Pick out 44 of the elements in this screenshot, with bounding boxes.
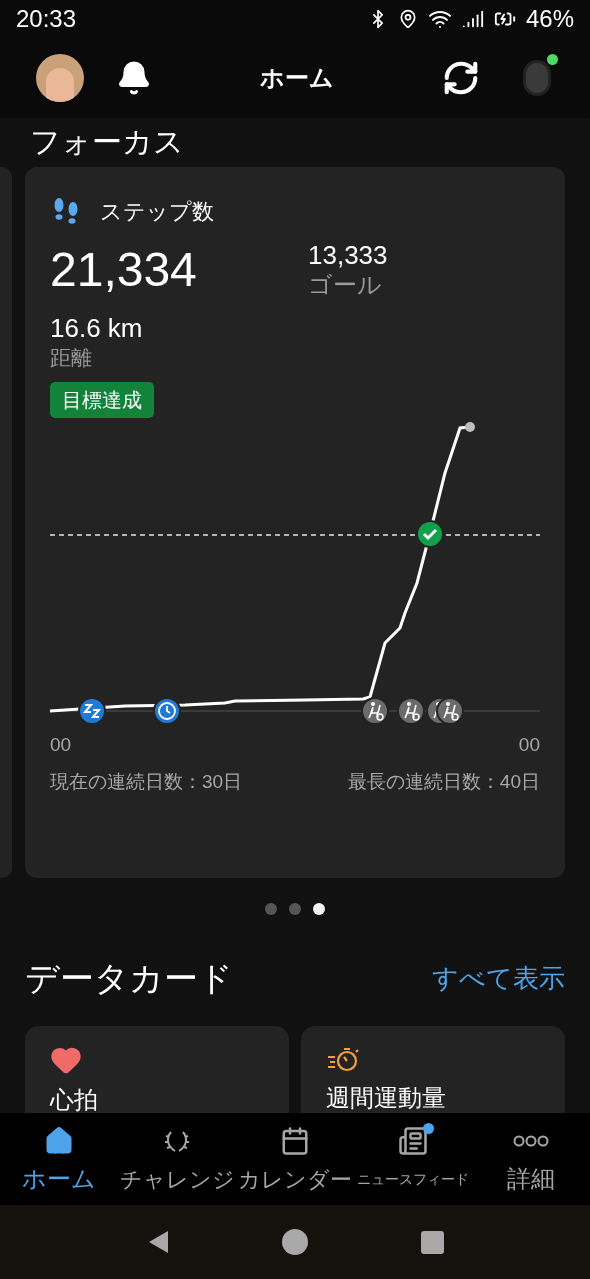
nav-tab[interactable]: チャレンジ xyxy=(118,1113,236,1205)
goal-label: ゴール xyxy=(308,270,383,300)
longest-streak: 最長の連続日数：40日 xyxy=(347,769,540,794)
goal-badge: 目標達成 xyxy=(50,382,154,418)
show-all-link[interactable]: すべて表示 xyxy=(432,959,565,998)
goal-value: 13,333 xyxy=(308,240,388,270)
check-icon xyxy=(416,520,444,548)
current-streak: 現在の連続日数：30日 xyxy=(50,769,243,794)
section-heading: データカード xyxy=(25,958,233,999)
nav-tab[interactable]: カレンダー xyxy=(236,1113,354,1205)
signal-icon xyxy=(461,8,484,30)
nav-tab[interactable]: 詳細 xyxy=(472,1113,590,1205)
data-card[interactable]: 週間運動量 xyxy=(301,1026,565,1113)
bell-icon[interactable] xyxy=(116,60,152,96)
nav-label: カレンダー xyxy=(238,1165,352,1194)
calendar-icon xyxy=(280,1126,310,1156)
nav-label: チャレンジ xyxy=(119,1165,235,1194)
axis-label: 00 xyxy=(518,733,540,757)
section-title: フォーカス xyxy=(30,125,184,159)
home-icon xyxy=(44,1126,74,1156)
nav-label: ニュースフィード xyxy=(357,1169,469,1189)
battery-percent: 46% xyxy=(525,4,574,34)
screen-title: ホーム xyxy=(259,63,335,93)
nav-label: ホーム xyxy=(22,1164,96,1194)
nav-tab[interactable]: ホーム xyxy=(0,1113,118,1205)
nav-label: 詳細 xyxy=(507,1164,555,1194)
recents-button[interactable] xyxy=(420,1230,444,1254)
exercise-bike-icon xyxy=(397,697,425,725)
sync-icon[interactable] xyxy=(442,59,480,97)
avatar[interactable] xyxy=(36,54,84,102)
data-card[interactable]: 心拍 xyxy=(25,1026,289,1113)
status-time: 20:33 xyxy=(16,4,77,34)
home-button[interactable] xyxy=(282,1229,309,1255)
data-card-title: 心拍 xyxy=(50,1085,99,1113)
newspaper-icon xyxy=(398,1126,428,1156)
steps-value: 21,334 xyxy=(50,242,198,298)
distance-label: 距離 xyxy=(50,345,93,371)
exercise-bike-icon xyxy=(436,697,464,725)
nav-tab[interactable]: ニュースフィード xyxy=(354,1113,472,1205)
card-title: ステップ数 xyxy=(100,198,214,226)
distance-value: 16.6 km xyxy=(50,312,144,344)
more-icon xyxy=(513,1135,549,1147)
data-card-title: 週間運動量 xyxy=(326,1083,447,1113)
axis-label: 00 xyxy=(50,733,72,757)
